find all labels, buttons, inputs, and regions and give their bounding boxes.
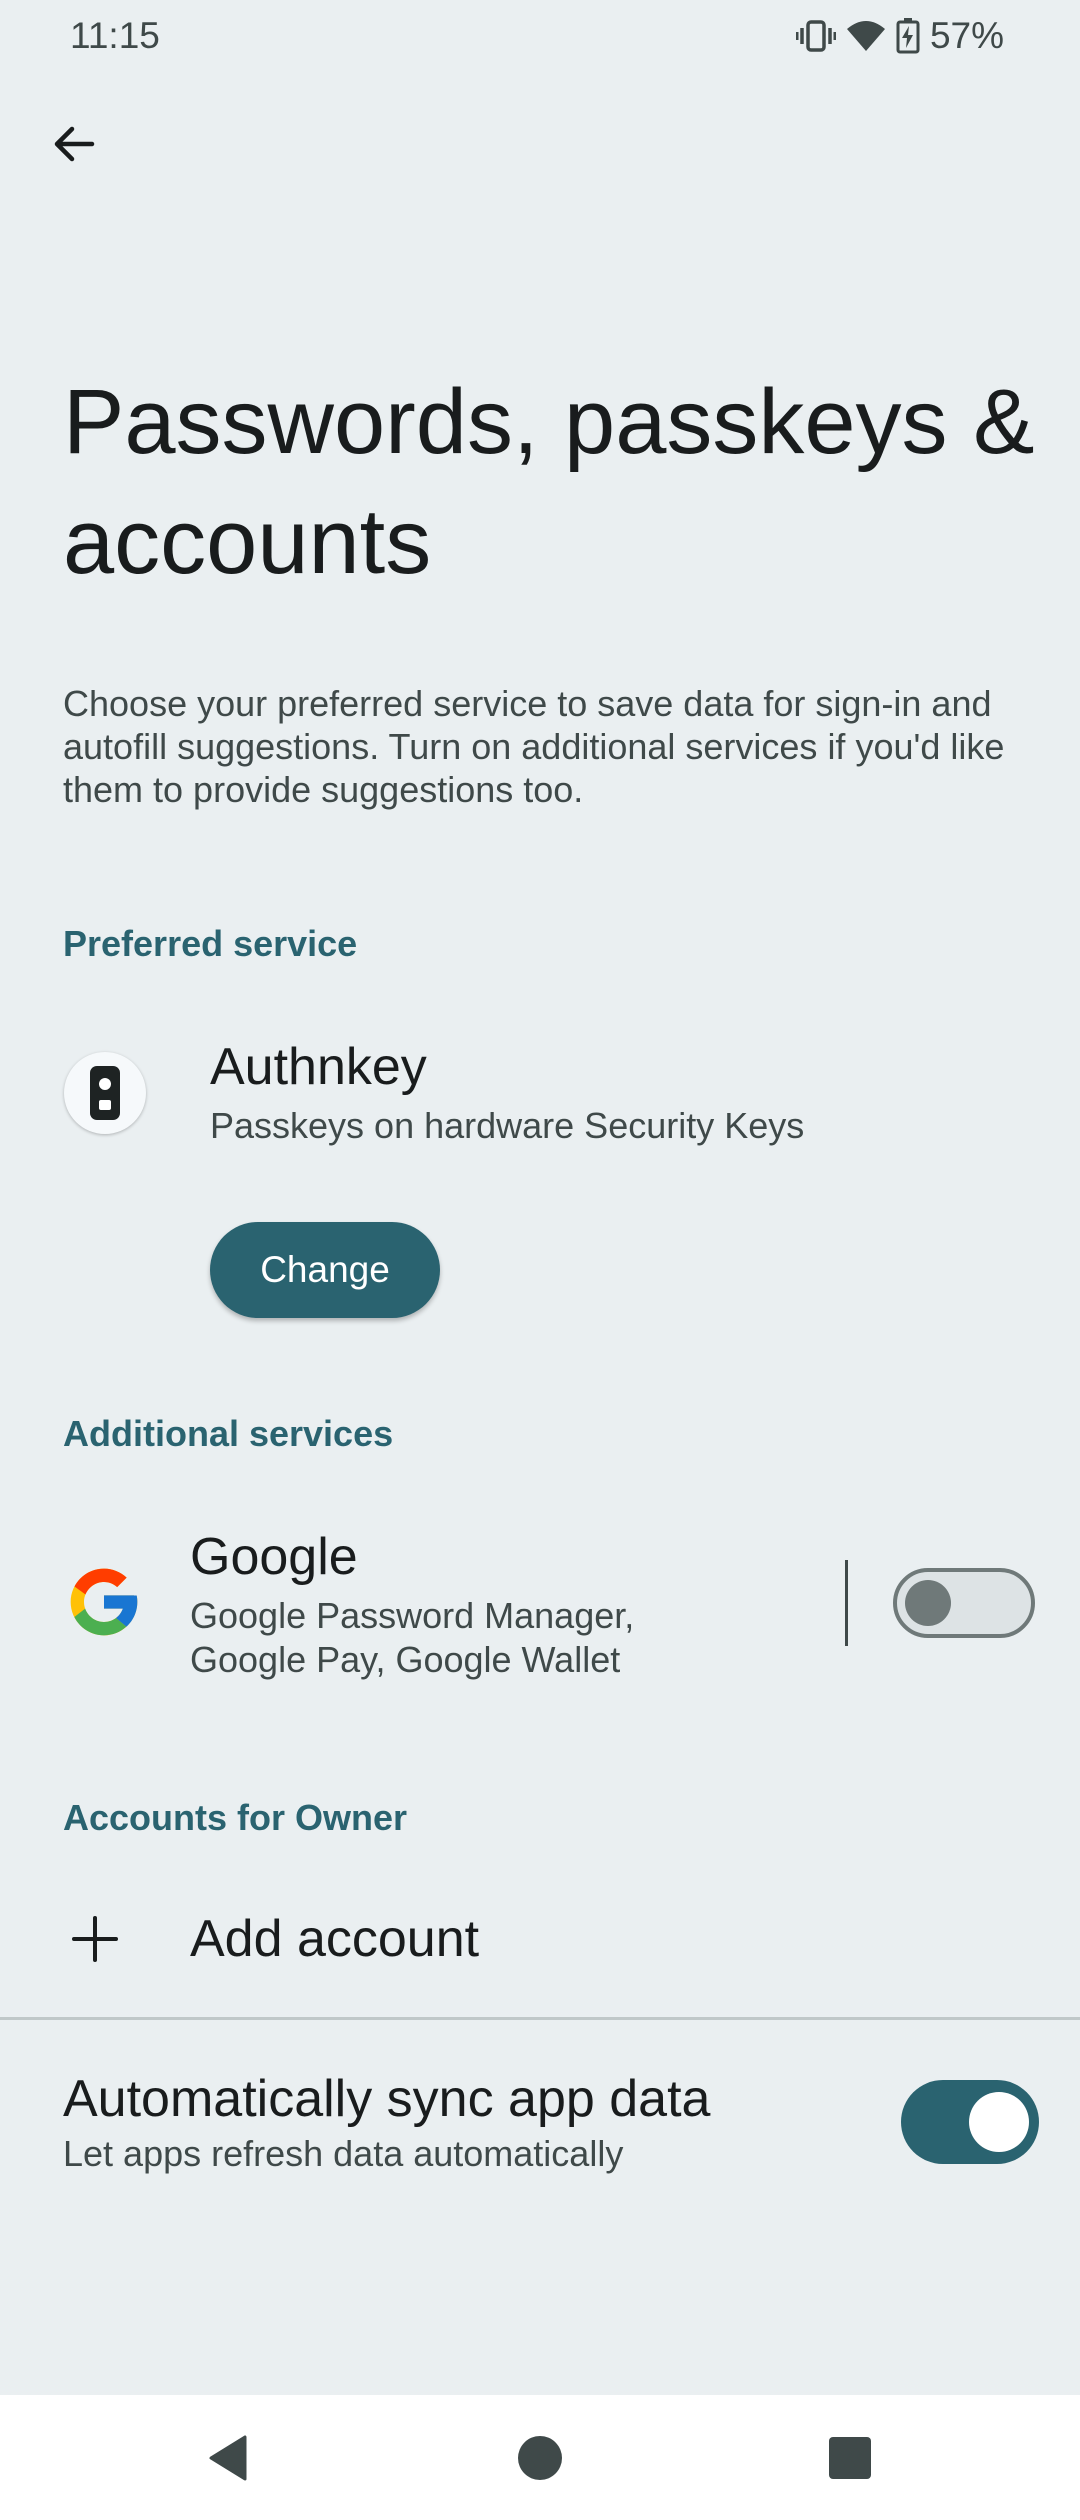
add-account-label[interactable]: Add account [190, 1908, 479, 1970]
sync-toggle[interactable] [901, 2080, 1039, 2164]
divider [0, 2017, 1080, 2020]
toggle-knob [969, 2092, 1029, 2152]
toggle-knob [905, 1580, 951, 1626]
nav-back-button[interactable] [195, 2423, 265, 2493]
back-button[interactable] [36, 106, 112, 182]
arrow-back-icon [54, 126, 95, 162]
vertical-divider [845, 1560, 848, 1646]
preferred-service-subtitle: Passkeys on hardware Security Keys [210, 1105, 805, 1146]
status-time: 11:15 [70, 15, 160, 56]
status-icons: 57% [795, 14, 1004, 58]
section-header-additional-services: Additional services [63, 1413, 394, 1454]
page-description: Choose your preferred service to save da… [63, 683, 1005, 810]
battery-level: 57% [929, 15, 1004, 56]
preferred-service-item[interactable]: Authnkey Passkeys on hardware Security K… [210, 1036, 804, 1148]
google-service-item[interactable]: Google Google Password Manager, Google P… [190, 1526, 830, 1682]
battery-charging-icon [896, 18, 920, 54]
google-logo-icon [64, 1562, 144, 1642]
navigation-bar [0, 2395, 1080, 2520]
sync-title: Automatically sync app data [63, 2070, 711, 2128]
section-header-preferred-service: Preferred service [63, 923, 358, 964]
home-circle-icon [518, 2436, 562, 2480]
section-header-accounts: Accounts for Owner [63, 1797, 408, 1838]
preferred-service-name: Authnkey [210, 1038, 427, 1096]
vibrate-icon [795, 19, 836, 53]
sync-item[interactable]: Automatically sync app data Let apps ref… [63, 2068, 883, 2176]
plus-icon [70, 1914, 120, 1964]
sync-subtitle: Let apps refresh data automatically [63, 2133, 624, 2174]
page-title: Passwords, passkeys & accounts [63, 371, 1035, 593]
wifi-icon [846, 19, 886, 53]
add-account-row[interactable] [0, 1880, 1080, 2000]
google-service-subtitle-line1: Google Password Manager, [190, 1595, 635, 1636]
change-button[interactable]: Change [210, 1222, 440, 1318]
google-service-toggle[interactable] [893, 1568, 1035, 1638]
google-service-name: Google [190, 1528, 358, 1586]
back-triangle-icon [209, 2435, 247, 2481]
google-service-subtitle-line2: Google Pay, Google Wallet [190, 1639, 621, 1680]
security-key-icon [64, 1052, 146, 1134]
recents-square-icon [829, 2437, 871, 2479]
nav-recents-button[interactable] [815, 2423, 885, 2493]
nav-home-button[interactable] [505, 2423, 575, 2493]
